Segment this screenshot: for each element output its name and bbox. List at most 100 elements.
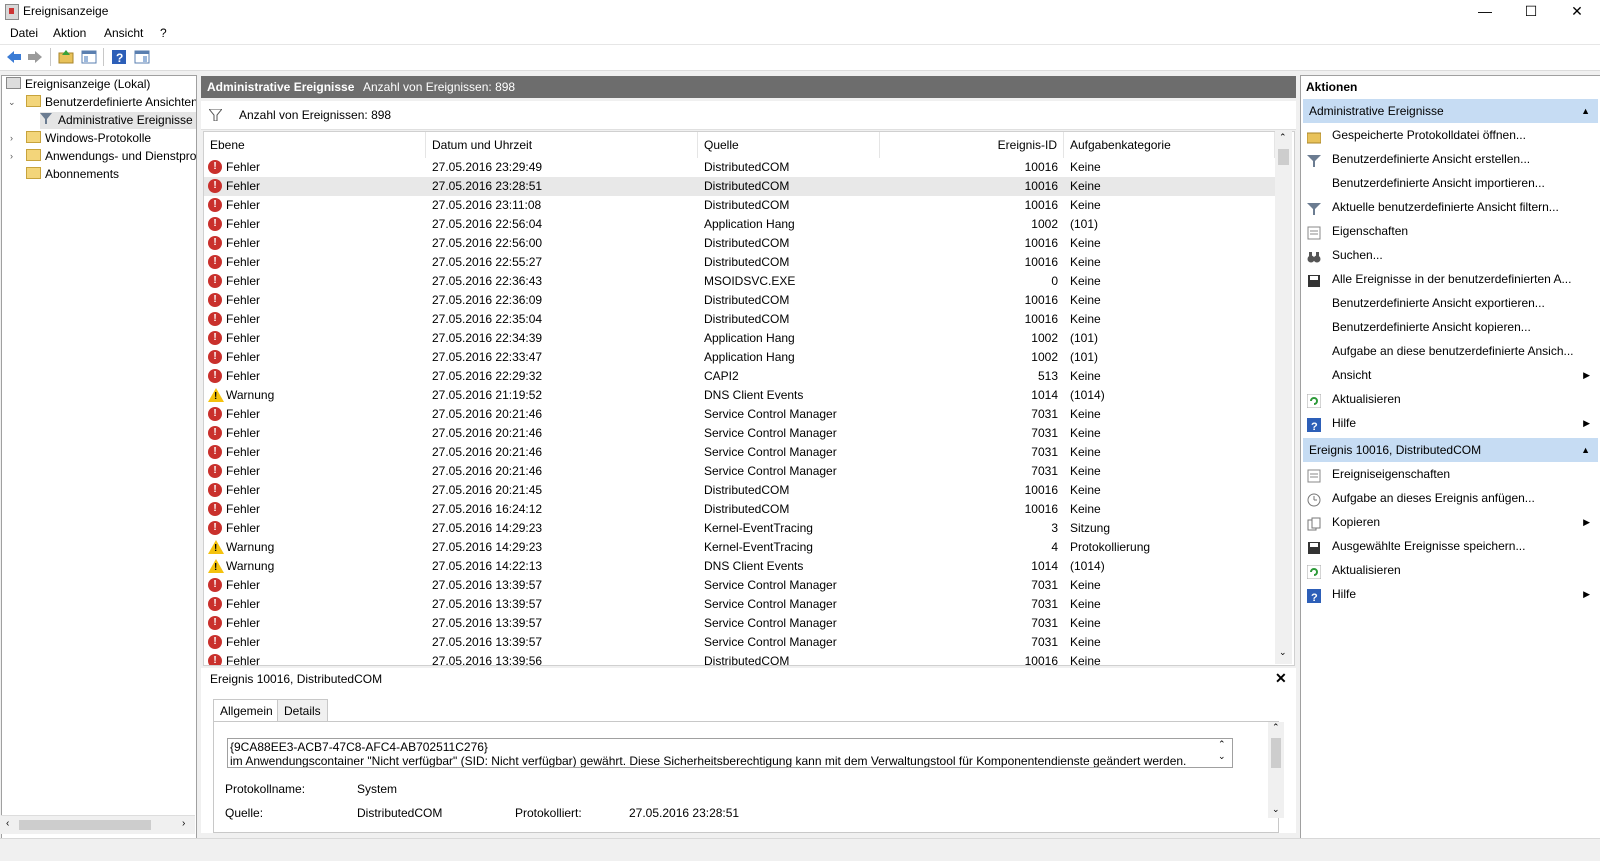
action-item[interactable]: Ausgewählte Ereignisse speichern...	[1301, 534, 1600, 558]
action-item[interactable]: Aktualisieren	[1301, 558, 1600, 582]
column-header-source[interactable]: Quelle	[698, 132, 880, 158]
action-item[interactable]: Aktuelle benutzerdefinierte Ansicht filt…	[1301, 195, 1600, 219]
table-row[interactable]: ! Fehler 27.05.2016 22:35:04 DistributedCOM…	[204, 310, 1275, 329]
forward-arrow-icon[interactable]	[27, 49, 43, 65]
scroll-thumb[interactable]	[19, 820, 151, 830]
table-row[interactable]: ! Warnung 27.05.2016 14:29:23 Kernel-EventT…	[204, 538, 1275, 557]
table-row[interactable]: ! Fehler 27.05.2016 22:56:00 DistributedCOM…	[204, 234, 1275, 253]
scroll-thumb[interactable]	[1278, 149, 1289, 165]
action-item[interactable]: Benutzerdefinierte Ansicht exportieren..…	[1301, 291, 1600, 315]
scroll-down-icon[interactable]: ⌄	[1272, 804, 1280, 815]
detail-vertical-scrollbar[interactable]: ⌃ ⌄	[1268, 722, 1284, 818]
menu-ansicht[interactable]: Ansicht	[104, 26, 143, 40]
scroll-right-icon[interactable]: ›	[182, 818, 185, 829]
table-row[interactable]: ! Fehler 27.05.2016 22:29:32 CAPI2 513 Keine	[204, 367, 1275, 386]
table-row[interactable]: ! Fehler 27.05.2016 13:39:56 DistributedCOM…	[204, 652, 1275, 665]
action-item[interactable]: Alle Ereignisse in der benutzerdefiniert…	[1301, 267, 1600, 291]
tree-item-admin-events[interactable]: Administrative Ereignisse	[40, 112, 196, 129]
table-row[interactable]: ! Fehler 27.05.2016 23:29:49 DistributedCOM…	[204, 158, 1275, 177]
action-item[interactable]: ? Hilfe ▶	[1301, 582, 1600, 606]
action-item[interactable]: Suchen...	[1301, 243, 1600, 267]
minimize-button[interactable]: —	[1462, 0, 1508, 23]
table-row[interactable]: ! Fehler 27.05.2016 22:36:43 MSOIDSVC.EXE 0 K…	[204, 272, 1275, 291]
chevron-right-icon[interactable]: ›	[10, 133, 13, 143]
actions-section-header[interactable]: Ereignis 10016, DistributedCOM ▲	[1303, 438, 1598, 462]
table-row[interactable]: ! Fehler 27.05.2016 20:21:46 Service Contro…	[204, 462, 1275, 481]
close-icon[interactable]: ✕	[1275, 670, 1287, 687]
table-row[interactable]: ! Fehler 27.05.2016 20:21:46 Service Contro…	[204, 443, 1275, 462]
scroll-up-icon[interactable]: ⌃	[1279, 132, 1287, 143]
table-row[interactable]: ! Fehler 27.05.2016 13:39:57 Service Contro…	[204, 576, 1275, 595]
close-button[interactable]: ✕	[1554, 0, 1600, 23]
action-item[interactable]: Benutzerdefinierte Ansicht kopieren...	[1301, 315, 1600, 339]
table-row[interactable]: ! Fehler 27.05.2016 22:36:09 DistributedCOM…	[204, 291, 1275, 310]
menu-datei[interactable]: Datei	[10, 26, 38, 40]
folder-up-icon[interactable]	[58, 49, 74, 65]
action-item[interactable]: Benutzerdefinierte Ansicht erstellen...	[1301, 147, 1600, 171]
tree-item-root[interactable]: Ereignisanzeige (Lokal)	[6, 76, 150, 93]
table-row[interactable]: ! Fehler 27.05.2016 13:39:57 Service Contro…	[204, 614, 1275, 633]
column-header-task-category[interactable]: Aufgabenkategorie	[1064, 132, 1275, 158]
tree-horizontal-scrollbar[interactable]: ‹ ›	[1, 815, 195, 834]
scroll-up-icon[interactable]: ⌃	[1272, 722, 1280, 733]
tree-item-windows-logs[interactable]: Windows-Protokolle	[26, 130, 151, 147]
chevron-right-icon[interactable]: ›	[10, 151, 13, 161]
menu-help[interactable]: ?	[160, 26, 167, 40]
show-hide-console-tree-icon[interactable]	[81, 49, 97, 65]
action-item[interactable]: Aktualisieren	[1301, 387, 1600, 411]
scroll-down-icon[interactable]: ⌄	[1218, 751, 1226, 762]
table-row[interactable]: ! Fehler 27.05.2016 22:55:27 DistributedCOM…	[204, 253, 1275, 272]
maximize-button[interactable]: ☐	[1508, 0, 1554, 23]
column-header-level[interactable]: Ebene	[204, 132, 426, 158]
table-row[interactable]: ! Fehler 27.05.2016 22:34:39 Application Ha…	[204, 329, 1275, 348]
table-row[interactable]: ! Warnung 27.05.2016 14:22:13 DNS Client Ev…	[204, 557, 1275, 576]
table-row[interactable]: ! Fehler 27.05.2016 16:24:12 DistributedCOM…	[204, 500, 1275, 519]
filter-icon	[1307, 200, 1321, 215]
column-header-date[interactable]: Datum und Uhrzeit	[426, 132, 698, 158]
error-icon: !	[208, 255, 222, 269]
actions-section-header[interactable]: Administrative Ereignisse ▲	[1303, 99, 1598, 123]
table-vertical-scrollbar[interactable]: ⌃ ⌄	[1275, 131, 1292, 664]
action-item[interactable]: Benutzerdefinierte Ansicht importieren..…	[1301, 171, 1600, 195]
table-row[interactable]: ! Fehler 27.05.2016 22:33:47 Application Ha…	[204, 348, 1275, 367]
scroll-thumb[interactable]	[1271, 738, 1281, 768]
scroll-left-icon[interactable]: ‹	[6, 818, 9, 829]
table-row[interactable]: ! Fehler 27.05.2016 13:39:57 Service Contro…	[204, 633, 1275, 652]
action-item[interactable]: Ereigniseigenschaften	[1301, 462, 1600, 486]
scroll-up-icon[interactable]: ⌃	[1218, 739, 1226, 750]
table-row[interactable]: ! Fehler 27.05.2016 23:11:08 DistributedCOM…	[204, 196, 1275, 215]
action-item[interactable]: Aufgabe an dieses Ereignis anfügen...	[1301, 486, 1600, 510]
error-icon: !	[208, 616, 222, 630]
cell-date: 27.05.2016 13:39:57	[432, 616, 543, 630]
table-row[interactable]: ! Warnung 27.05.2016 21:19:52 DNS Client Ev…	[204, 386, 1275, 405]
table-row[interactable]: ! Fehler 27.05.2016 23:28:51 DistributedCOM…	[204, 177, 1275, 196]
tree-item-subscriptions[interactable]: Abonnements	[26, 166, 119, 183]
table-row[interactable]: ! Fehler 27.05.2016 22:56:04 Application Ha…	[204, 215, 1275, 234]
tree-item-custom-views[interactable]: Benutzerdefinierte Ansichten	[26, 94, 196, 111]
chevron-down-icon[interactable]: ⌄	[8, 97, 16, 108]
menu-aktion[interactable]: Aktion	[53, 26, 86, 40]
table-row[interactable]: ! Fehler 27.05.2016 20:21:45 DistributedCOM…	[204, 481, 1275, 500]
action-item[interactable]: Ansicht ▶	[1301, 363, 1600, 387]
tree-item-app-service-logs[interactable]: Anwendungs- und Dienstprotokolle	[26, 148, 196, 165]
table-row[interactable]: ! Fehler 27.05.2016 20:21:46 Service Contro…	[204, 424, 1275, 443]
collapse-icon[interactable]: ▲	[1581, 438, 1590, 462]
table-row[interactable]: ! Fehler 27.05.2016 13:39:57 Service Contro…	[204, 595, 1275, 614]
action-item[interactable]: Kopieren ▶	[1301, 510, 1600, 534]
action-item[interactable]: ? Hilfe ▶	[1301, 411, 1600, 435]
collapse-icon[interactable]: ▲	[1581, 99, 1590, 123]
event-description[interactable]: {9CA88EE3-ACB7-47C8-AFC4-AB702511C276} i…	[227, 738, 1233, 768]
properties-icon	[1307, 224, 1321, 240]
tab-general[interactable]: Allgemein	[213, 699, 280, 722]
column-header-event-id[interactable]: Ereignis-ID	[880, 132, 1064, 158]
back-arrow-icon[interactable]	[6, 49, 22, 65]
scroll-down-icon[interactable]: ⌄	[1279, 647, 1287, 658]
action-item[interactable]: Gespeicherte Protokolldatei öffnen...	[1301, 123, 1600, 147]
help-icon[interactable]: ?	[111, 49, 127, 65]
table-row[interactable]: ! Fehler 27.05.2016 20:21:46 Service Contro…	[204, 405, 1275, 424]
table-row[interactable]: ! Fehler 27.05.2016 14:29:23 Kernel-EventTr…	[204, 519, 1275, 538]
tab-details[interactable]: Details	[277, 699, 328, 722]
show-hide-action-pane-icon[interactable]	[134, 49, 150, 65]
action-item[interactable]: Eigenschaften	[1301, 219, 1600, 243]
action-item[interactable]: Aufgabe an diese benutzerdefinierte Ansi…	[1301, 339, 1600, 363]
